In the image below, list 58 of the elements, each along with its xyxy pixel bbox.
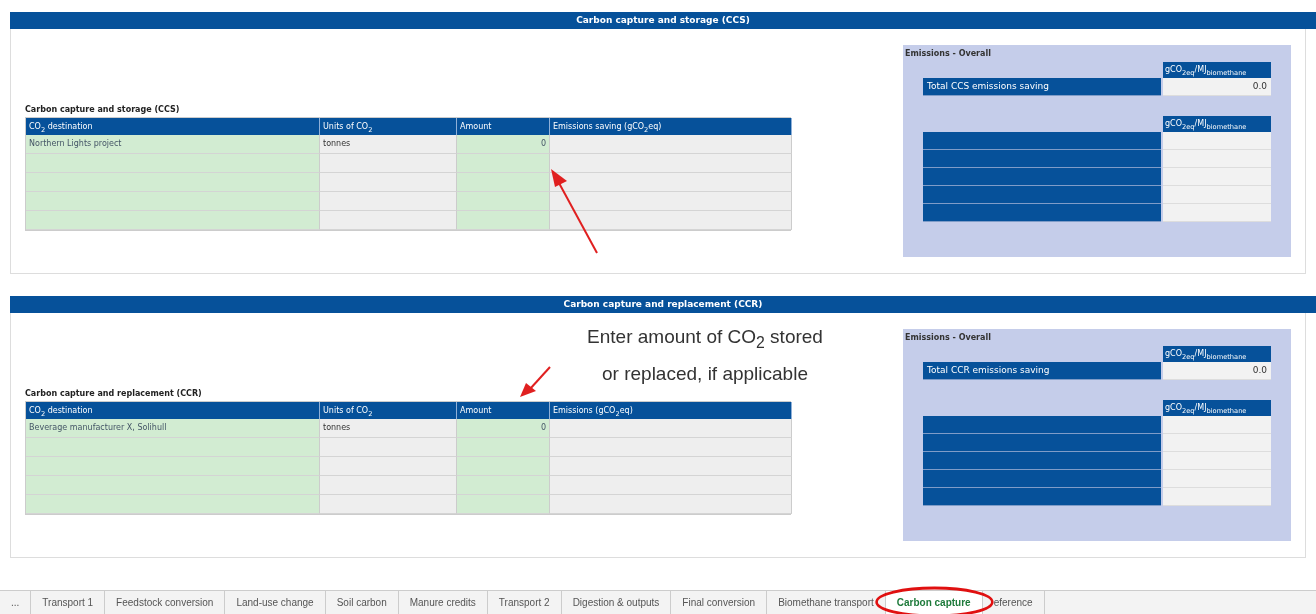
unit-header: gCO$_{2eq}$/MJ$_{biomethane}$	[1163, 400, 1271, 416]
column-header: Emissions (gCO$_{2}$eq)	[550, 402, 792, 419]
sheet-tab[interactable]: Transport 1	[31, 591, 106, 614]
column-header: Amount	[457, 118, 550, 135]
total-value: 0.0	[1163, 362, 1271, 380]
table-cell[interactable]	[457, 476, 550, 495]
table-cell[interactable]	[26, 495, 320, 514]
table-cell[interactable]	[457, 211, 550, 230]
table-cell[interactable]: Beverage manufacturer X, Solihull	[26, 419, 320, 438]
table-title: Carbon capture and replacement (CCR)	[25, 389, 203, 400]
section-banner: Carbon capture and storage (CCS)	[10, 12, 1316, 29]
panel-title: Emissions - Overall	[905, 49, 992, 58]
sheet-tab[interactable]: ...	[0, 591, 32, 614]
sheet-tab[interactable]: Transport 2	[487, 591, 562, 614]
section-banner: Carbon capture and replacement (CCR)	[10, 296, 1316, 313]
table-cell[interactable]	[26, 154, 320, 173]
table-cell[interactable]	[26, 438, 320, 457]
sheet-tab[interactable]: Final conversion	[671, 591, 768, 614]
sheet-tab[interactable]: Biomethane transport	[767, 591, 886, 614]
table-cell[interactable]	[457, 438, 550, 457]
unit-header: gCO$_{2eq}$/MJ$_{biomethane}$	[1163, 62, 1271, 78]
column-header: CO$_{2}$ destination	[26, 402, 320, 419]
table-cell[interactable]	[26, 211, 320, 230]
unit-header: gCO$_{2eq}$/MJ$_{biomethane}$	[1163, 346, 1271, 362]
table-title: Carbon capture and storage (CCS)	[25, 105, 181, 116]
sheet-tab[interactable]: Soil carbon	[325, 591, 399, 614]
table-cell[interactable]	[26, 476, 320, 495]
table-cell[interactable]	[457, 173, 550, 192]
total-label: Total CCR emissions saving	[923, 362, 1161, 380]
arrow-annotation	[518, 365, 552, 399]
table-cell[interactable]	[457, 154, 550, 173]
sheet-tab[interactable]: Manure credits	[398, 591, 488, 614]
table-cell[interactable]: 0	[457, 419, 550, 438]
total-value: 0.0	[1163, 78, 1271, 96]
unit-header: gCO$_{2eq}$/MJ$_{biomethane}$	[1163, 116, 1271, 132]
table-cell[interactable]	[457, 457, 550, 476]
table-cell[interactable]	[26, 457, 320, 476]
column-header: Units of CO$_{2}$	[320, 402, 457, 419]
table-cell[interactable]: Northern Lights project	[26, 135, 320, 154]
total-label: Total CCS emissions saving	[923, 78, 1161, 96]
sheet-tab[interactable]: Digestion & outputs	[561, 591, 672, 614]
table-cell: tonnes	[320, 135, 457, 154]
sheet-tab[interactable]: eference	[982, 591, 1045, 614]
column-header: CO$_{2}$ destination	[26, 118, 320, 135]
panel-title: Emissions - Overall	[905, 333, 992, 342]
callout-text: or replaced, if applicable	[602, 361, 808, 386]
table-cell[interactable]	[457, 192, 550, 211]
table-cell[interactable]	[457, 495, 550, 514]
table-cell: tonnes	[320, 419, 457, 438]
column-header: Amount	[457, 402, 550, 419]
table-cell[interactable]: 0	[457, 135, 550, 154]
table-cell[interactable]	[26, 173, 320, 192]
sheet-tab[interactable]: Land-use change	[225, 591, 326, 614]
table-cell[interactable]	[26, 192, 320, 211]
callout-text: Enter amount of CO$_{2}$ stored	[587, 325, 823, 353]
column-header: Units of CO$_{2}$	[320, 118, 457, 135]
sheet-tab[interactable]: Feedstock conversion	[105, 591, 226, 614]
column-header: Emissions saving (gCO$_{2}$eq)	[550, 118, 792, 135]
